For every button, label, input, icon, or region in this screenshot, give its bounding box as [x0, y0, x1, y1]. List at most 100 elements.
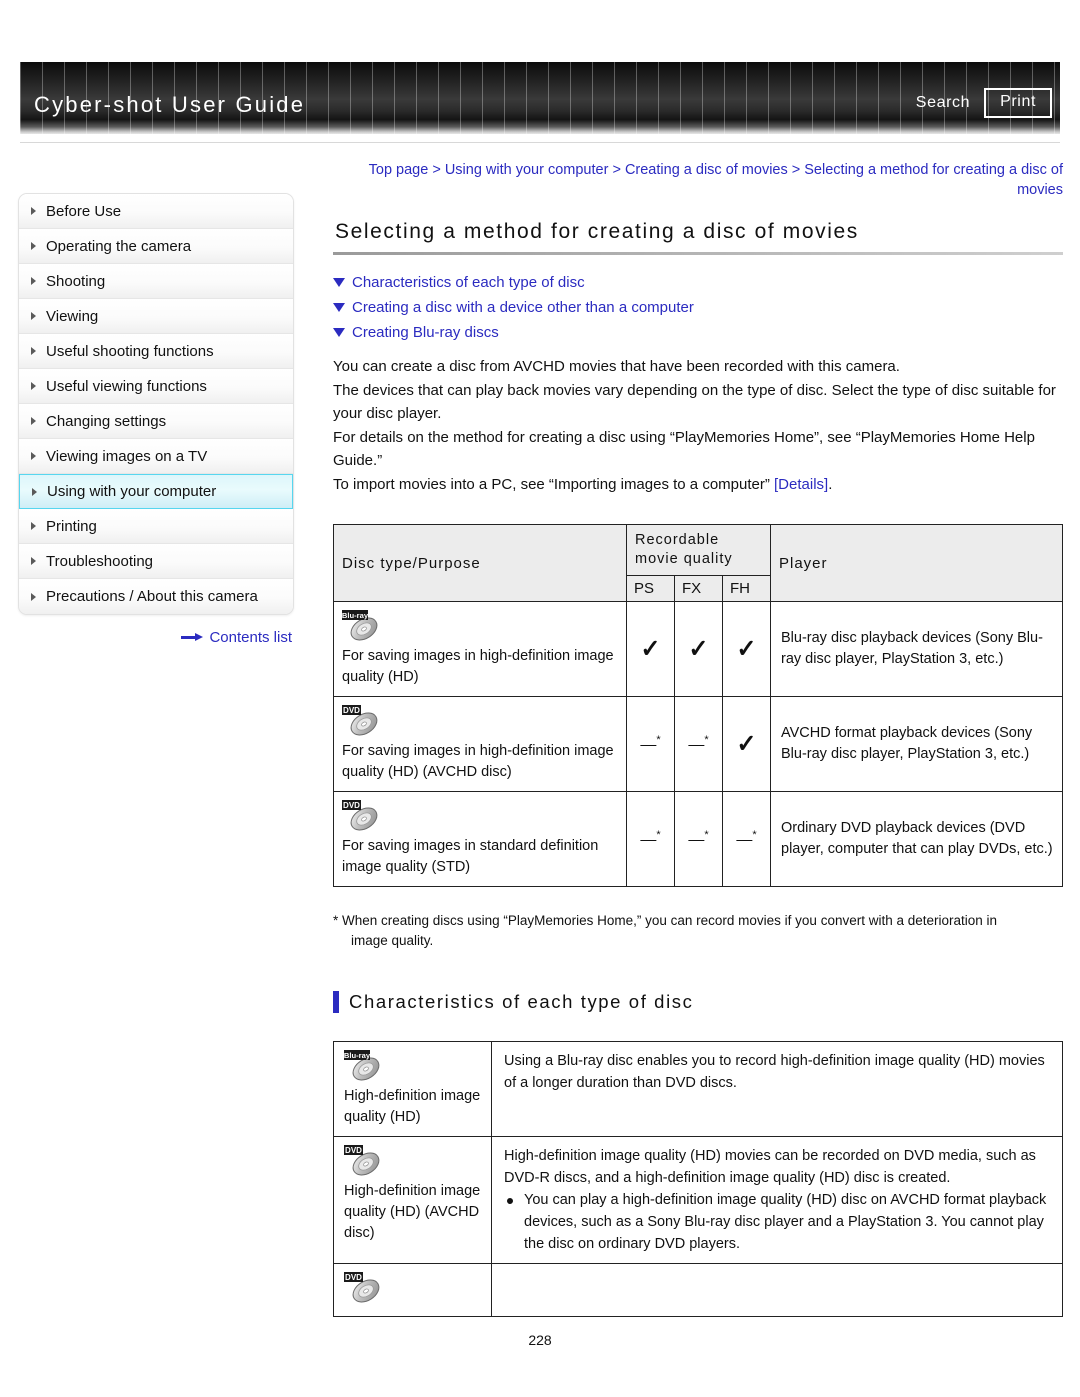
anchor-link-blu-ray[interactable]: Creating Blu-ray discs: [333, 324, 1063, 341]
breadcrumb[interactable]: Top page > Using with your computer > Cr…: [333, 160, 1063, 200]
anchor-link-label: Creating a disc with a device other than…: [352, 299, 694, 316]
sidebar-item-printing[interactable]: Printing: [19, 509, 293, 544]
sidebar-item-label: Using with your computer: [47, 483, 217, 500]
sidebar-item-label: Changing settings: [46, 412, 167, 430]
table-row: DVD For saving images in high-definition…: [333, 696, 1063, 792]
cell-player: AVCHD format playback devices (Sony Blu-…: [770, 696, 1063, 792]
sidebar-item-troubleshooting[interactable]: Troubleshooting: [19, 544, 293, 579]
disc-table-head: Disc type/Purpose Recordable movie quali…: [333, 524, 1063, 602]
sidebar-item-label: Useful shooting functions: [46, 342, 214, 360]
header-actions: Search Print: [916, 88, 1052, 118]
dvd-disc-icon: DVD: [344, 1145, 388, 1178]
section-heading: Characteristics of each type of disc: [333, 991, 1063, 1013]
triangle-right-icon: [31, 312, 36, 320]
characteristics-table-body: Blu-ray High-definition image quality (H…: [333, 1041, 1063, 1317]
triangle-right-icon: [31, 417, 36, 425]
disc-type-description: For saving images in high-definition ima…: [342, 648, 614, 685]
sidebar-nav: Before Use Operating the camera Shooting…: [18, 193, 294, 615]
sidebar-item-label: Viewing images on a TV: [46, 447, 208, 465]
sidebar-item-label: Useful viewing functions: [46, 377, 207, 395]
cell-disc-type: Blu-ray For saving images in high-defini…: [333, 601, 627, 697]
table-row: DVD High-definition image quality (HD) (…: [333, 1136, 1063, 1264]
cell-disc-label: DVD High-definition image quality (HD) (…: [333, 1136, 492, 1264]
dvd-disc-icon: DVD: [342, 705, 386, 738]
cell-mark-fh: —*: [722, 791, 771, 887]
sidebar-item-shooting[interactable]: Shooting: [19, 264, 293, 299]
details-link[interactable]: [Details]: [774, 476, 828, 493]
sidebar-item-precautions-about-this-camera[interactable]: Precautions / About this camera: [19, 579, 293, 614]
table-row: Blu-ray For saving images in high-defini…: [333, 601, 1063, 697]
disc-label-text: High-definition image quality (HD): [344, 1088, 481, 1125]
col-header-disc-type: Disc type/Purpose: [333, 524, 627, 602]
sidebar: Before Use Operating the camera Shooting…: [18, 193, 294, 646]
svg-text:Blu-ray: Blu-ray: [344, 1051, 371, 1060]
sidebar-item-viewing-images-on-a-tv[interactable]: Viewing images on a TV: [19, 439, 293, 474]
svg-text:DVD: DVD: [345, 1146, 362, 1155]
cell-disc-characteristics: [491, 1263, 1063, 1317]
contents-list-label: Contents list: [209, 629, 292, 646]
section-heading-text: Characteristics of each type of disc: [349, 991, 694, 1012]
col-header-fx: FX: [674, 575, 723, 602]
footnote-line-1: * When creating discs using “PlayMemorie…: [333, 913, 998, 928]
triangle-right-icon: [32, 487, 37, 496]
cell-disc-type: DVD For saving images in standard defini…: [333, 791, 627, 887]
table-header-row: Disc type/Purpose Recordable movie quali…: [333, 524, 1063, 602]
cell-disc-characteristics: High-definition image quality (HD) movie…: [491, 1136, 1063, 1264]
sidebar-item-label: Printing: [46, 517, 97, 535]
table-row: DVD: [333, 1263, 1063, 1317]
anchor-link-label: Creating Blu-ray discs: [352, 324, 499, 341]
intro-line-4-suffix: .: [828, 475, 833, 493]
sidebar-item-label: Precautions / About this camera: [46, 588, 258, 605]
cell-mark-ps: —*: [626, 696, 675, 792]
sidebar-item-viewing[interactable]: Viewing: [19, 299, 293, 334]
intro-line-4-prefix: To import movies into a PC, see “Importi…: [333, 475, 775, 493]
characteristics-body: High-definition image quality (HD) movie…: [504, 1148, 1036, 1186]
sidebar-item-label: Troubleshooting: [46, 552, 154, 570]
site-title: Cyber-shot User Guide: [34, 92, 306, 117]
list-item: You can play a high-definition image qua…: [504, 1189, 1052, 1255]
check-icon: ✓: [736, 634, 757, 663]
sidebar-item-operating-the-camera[interactable]: Operating the camera: [19, 229, 293, 264]
intro-line-1: You can create a disc from AVCHD movies …: [333, 358, 900, 375]
col-header-recordable-movie-quality: Recordable movie quality: [626, 524, 771, 576]
page-title: Selecting a method for creating a disc o…: [335, 220, 859, 243]
cell-mark-fx: —*: [674, 791, 723, 887]
search-link[interactable]: Search: [916, 94, 970, 112]
cell-disc-type: DVD For saving images in high-definition…: [333, 696, 627, 792]
footnote-line-2: image quality.: [351, 933, 434, 948]
sidebar-item-useful-viewing-functions[interactable]: Useful viewing functions: [19, 369, 293, 404]
title-divider: [333, 252, 1063, 255]
arrow-right-icon: [181, 633, 204, 642]
intro-line-3: For details on the method for creating a…: [333, 428, 1035, 470]
blu-ray-disc-icon: Blu-ray: [344, 1050, 388, 1083]
dvd-disc-icon: DVD: [344, 1272, 388, 1305]
sidebar-item-useful-shooting-functions[interactable]: Useful shooting functions: [19, 334, 293, 369]
col-header-player: Player: [770, 524, 1063, 602]
anchor-link-label: Characteristics of each type of disc: [352, 274, 585, 291]
disc-table-body: Blu-ray For saving images in high-defini…: [333, 601, 1063, 887]
characteristics-table: Blu-ray High-definition image quality (H…: [333, 1041, 1063, 1317]
intro-line-2: The devices that can play back movies va…: [333, 381, 1056, 423]
triangle-right-icon: [31, 242, 36, 250]
triangle-right-icon: [31, 522, 36, 530]
triangle-right-icon: [31, 557, 36, 565]
print-button[interactable]: Print: [984, 88, 1052, 118]
table-row: Blu-ray High-definition image quality (H…: [333, 1041, 1063, 1137]
sidebar-item-using-with-your-computer[interactable]: Using with your computer: [19, 474, 293, 509]
cell-disc-label: Blu-ray High-definition image quality (H…: [333, 1041, 492, 1137]
dash-asterisk-icon: —*: [640, 828, 661, 849]
dash-asterisk-icon: —*: [640, 733, 661, 754]
sidebar-item-changing-settings[interactable]: Changing settings: [19, 404, 293, 439]
cell-mark-fh: ✓: [722, 601, 771, 697]
disc-type-description: For saving images in standard definition…: [342, 838, 599, 875]
cell-player: Blu-ray disc playback devices (Sony Blu-…: [770, 601, 1063, 697]
page-number: 228: [528, 1332, 552, 1348]
anchor-link-characteristics[interactable]: Characteristics of each type of disc: [333, 274, 1063, 291]
anchor-link-other-device[interactable]: Creating a disc with a device other than…: [333, 299, 1063, 316]
col-header-ps: PS: [626, 575, 675, 602]
cell-mark-ps: ✓: [626, 601, 675, 697]
check-icon: ✓: [736, 729, 757, 758]
sidebar-item-before-use[interactable]: Before Use: [19, 194, 293, 229]
disc-label-text: High-definition image quality (HD) (AVCH…: [344, 1183, 481, 1241]
contents-list-link[interactable]: Contents list: [18, 629, 294, 646]
